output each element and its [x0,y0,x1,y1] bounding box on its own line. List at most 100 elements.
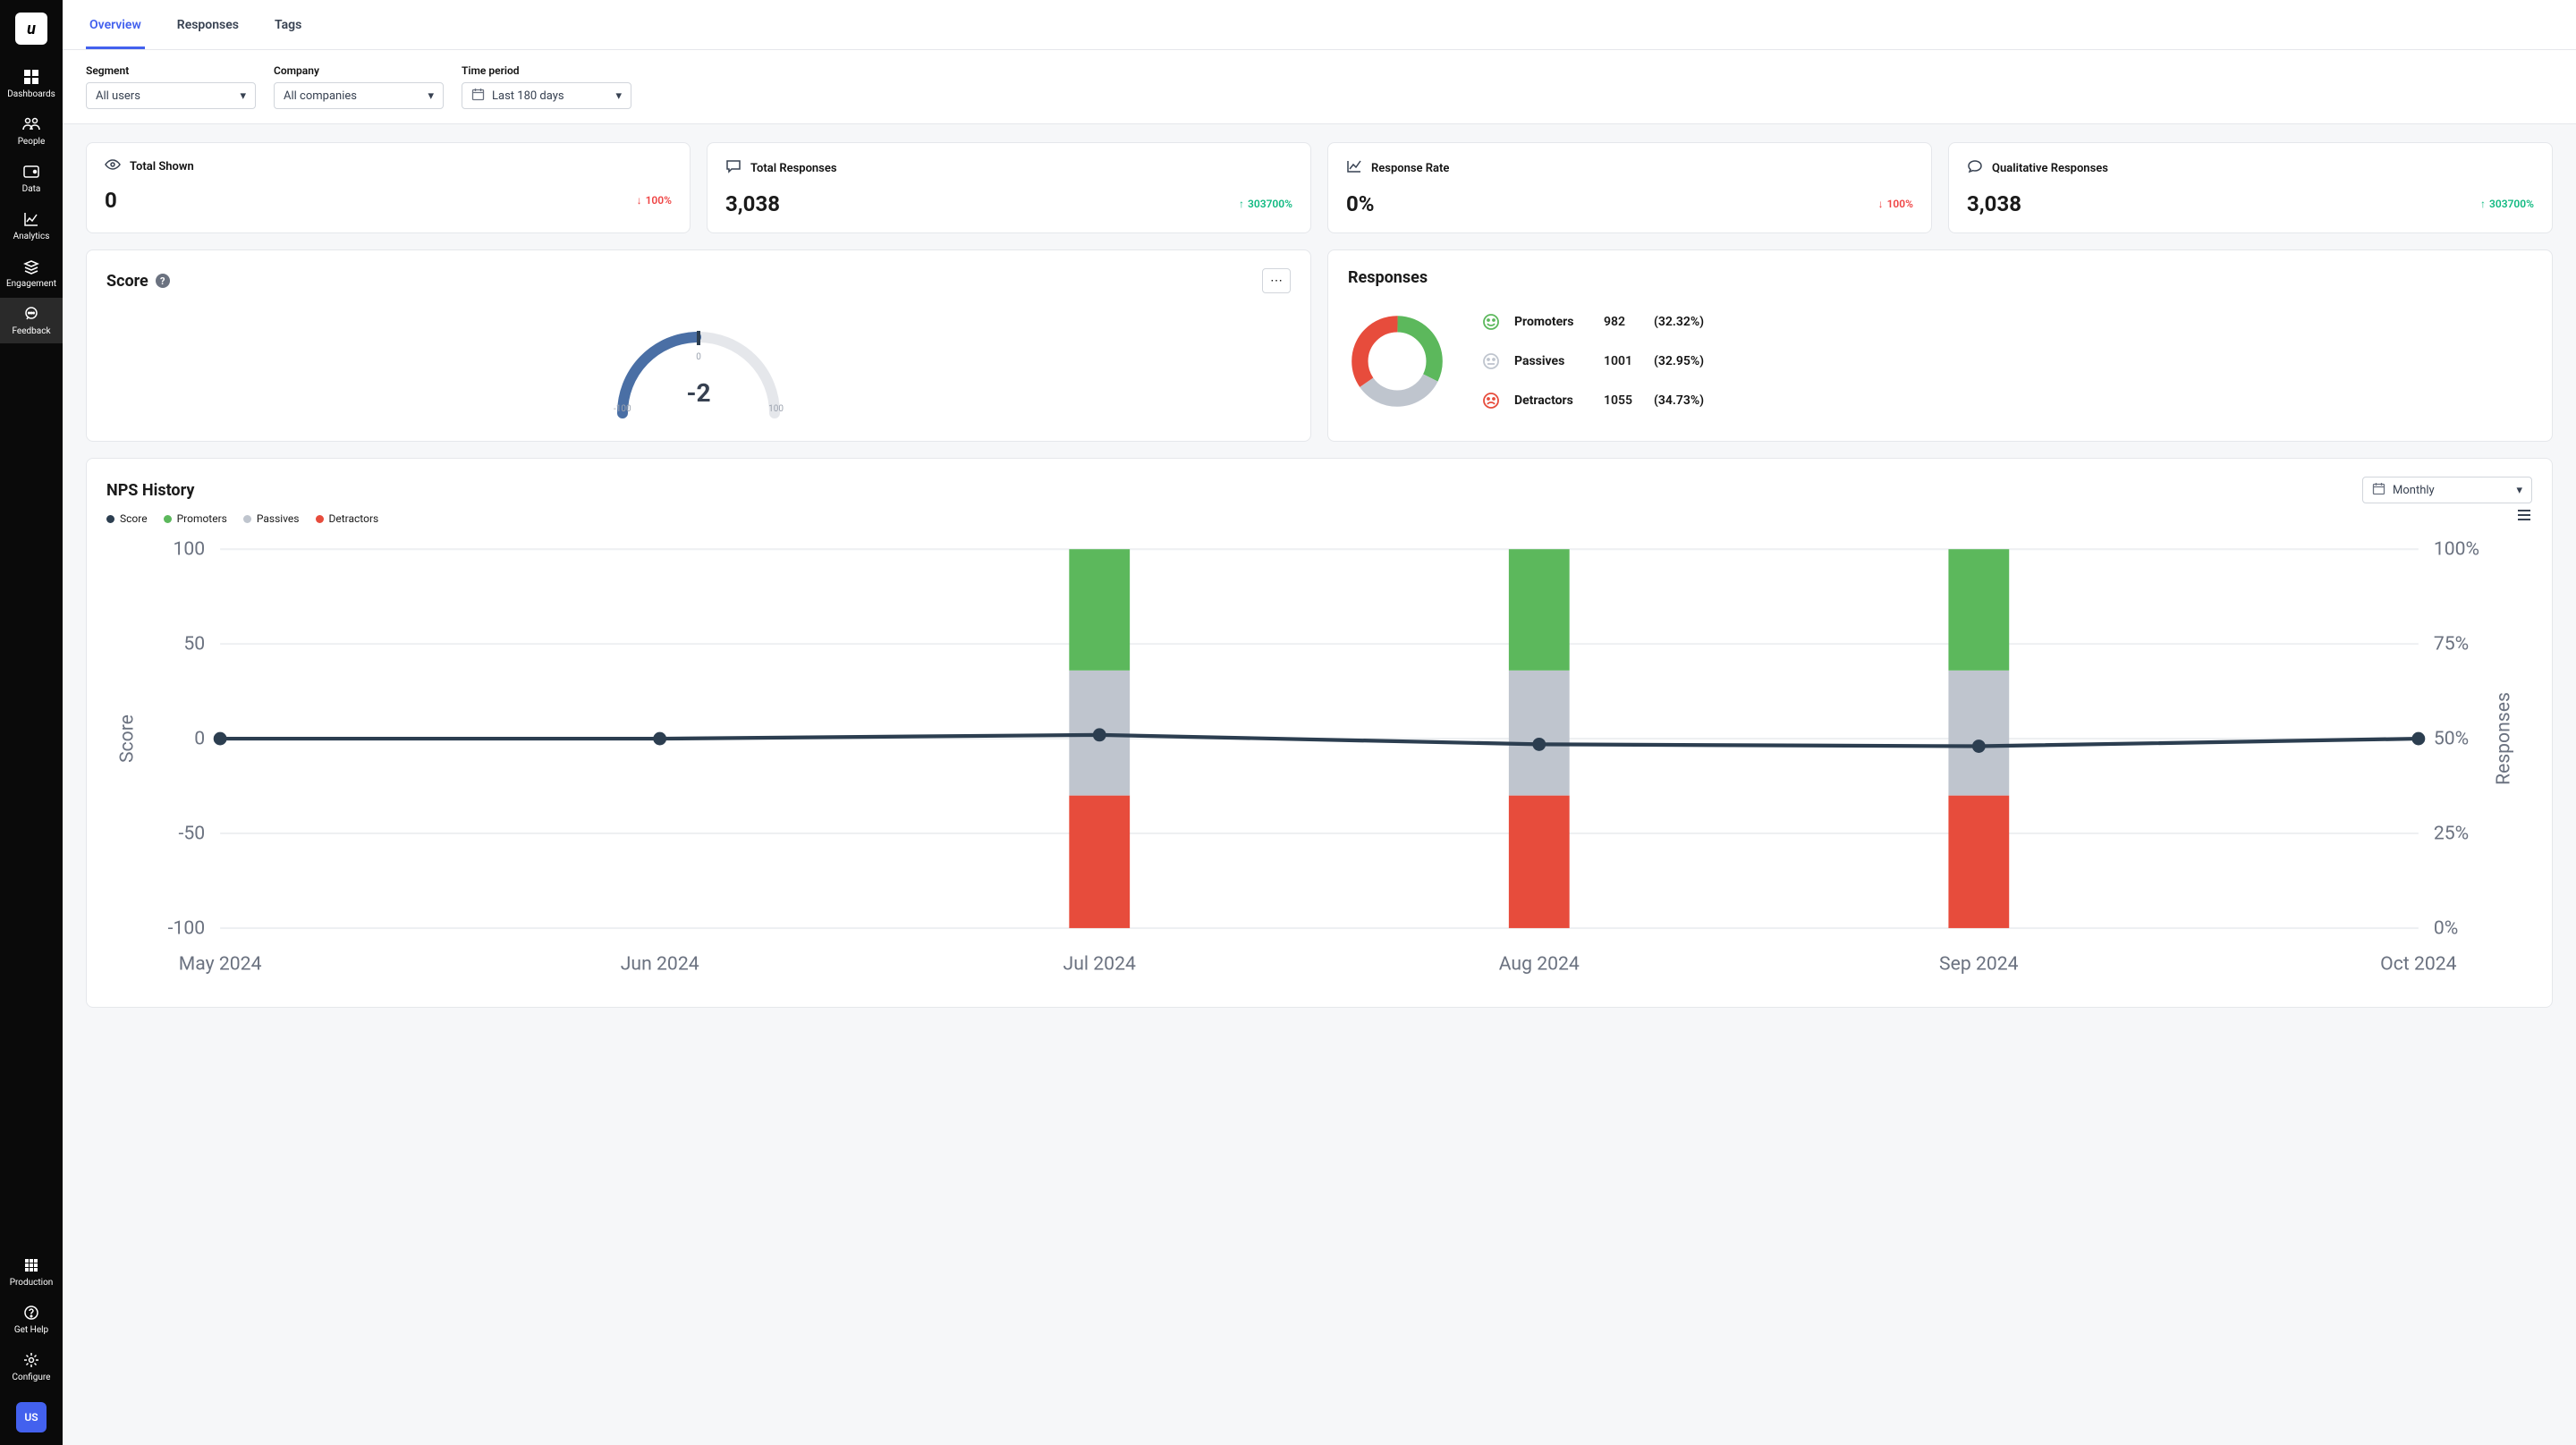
kpi-delta: ↓100% [1878,198,1913,210]
filter-label: Time period [462,64,631,77]
kpi-label: Response Rate [1371,162,1449,175]
tab-tags[interactable]: Tags [271,0,305,49]
sidebar-item-label: Engagement [6,279,56,289]
engagement-icon [22,258,40,275]
sidebar-item-configure[interactable]: Configure [0,1344,63,1390]
kpi-response-rate: Response Rate 0% ↓100% [1327,142,1932,233]
kpi-delta: ↑303700% [1239,198,1292,210]
kpi-value: 0 [105,188,117,213]
segment-select[interactable]: All users ▾ [86,82,256,109]
sidebar-item-label: Analytics [13,232,50,241]
sidebar-item-analytics[interactable]: Analytics [0,203,63,249]
history-panel: NPS History Monthly ▾ Score Promoters Pa… [86,458,2553,1008]
response-row-promoters: Promoters 982 (32.32%) [1482,313,1704,331]
kpi-total-shown: Total Shown 0 ↓100% [86,142,691,233]
chevron-down-icon: ▾ [240,89,246,103]
chat-icon [725,159,741,177]
kpi-value: 3,038 [725,191,780,216]
eye-icon [105,159,121,173]
chart-menu-button[interactable] [2516,509,2532,525]
sidebar-item-feedback[interactable]: Feedback [0,298,63,343]
filter-segment: Segment All users ▾ [86,64,256,109]
people-icon [22,115,40,133]
help-icon[interactable]: ? [156,274,170,288]
filters: Segment All users ▾ Company All companie… [63,50,2576,124]
sidebar-item-get-help[interactable]: Get Help [0,1297,63,1342]
response-row-detractors: Detractors 1055 (34.73%) [1482,392,1704,410]
filter-label: Segment [86,64,256,77]
chevron-down-icon: ▾ [428,89,434,103]
frown-icon [1482,392,1500,410]
help-icon [22,1304,40,1322]
resp-pct: (34.73%) [1654,393,1704,408]
chevron-down-icon: ▾ [2516,484,2522,497]
resp-count: 1055 [1604,393,1640,408]
svg-text:Sep 2024: Sep 2024 [1939,953,2019,976]
tab-responses[interactable]: Responses [174,0,242,49]
production-icon [22,1256,40,1274]
responses-panel: Responses Promoters 982 [1327,249,2553,442]
svg-text:0%: 0% [2434,917,2458,939]
tab-overview[interactable]: Overview [86,0,145,49]
arrow-up-icon: ↑ [2480,198,2486,210]
kpi-qualitative: Qualitative Responses 3,038 ↑303700% [1948,142,2553,233]
dashboards-icon [22,68,40,86]
sidebar-item-label: Configure [12,1373,50,1382]
qchat-icon [1967,159,1983,177]
time-select[interactable]: Last 180 days ▾ [462,82,631,109]
sidebar-item-people[interactable]: People [0,108,63,154]
history-period-select[interactable]: Monthly ▾ [2362,477,2532,503]
resp-count: 982 [1604,315,1640,329]
calendar-icon [471,88,485,105]
kpi-delta: ↓100% [637,194,672,207]
avatar[interactable]: US [16,1402,47,1432]
resp-pct: (32.95%) [1654,354,1704,368]
sidebar-item-production[interactable]: Production [0,1249,63,1295]
company-select[interactable]: All companies ▾ [274,82,444,109]
svg-text:50%: 50% [2434,727,2469,749]
gauge-max-label: 100 [768,404,784,414]
svg-text:-100: -100 [168,917,206,939]
more-button[interactable]: ⋯ [1262,268,1291,293]
arrow-up-icon: ↑ [1239,198,1244,210]
resp-count: 1001 [1604,354,1640,368]
arrow-down-icon: ↓ [1878,198,1884,210]
svg-text:May 2024: May 2024 [179,953,262,976]
sidebar-item-label: Get Help [14,1325,48,1335]
svg-text:-50: -50 [179,822,206,844]
svg-text:0: 0 [194,727,205,749]
sidebar-item-engagement[interactable]: Engagement [0,250,63,296]
resp-label: Passives [1514,354,1589,368]
calendar-icon [2372,482,2385,499]
kpi-label: Total Shown [130,160,194,173]
more-icon: ⋯ [1270,274,1283,288]
kpi-label: Total Responses [750,162,837,175]
svg-text:50: 50 [183,632,205,655]
nps-history-chart: -100-500501000%25%50%75%100%ScoreRespons… [106,530,2532,985]
svg-text:25%: 25% [2434,822,2469,844]
sidebar-item-label: People [18,137,46,147]
svg-text:Responses: Responses [2493,692,2515,785]
kpi-row: Total Shown 0 ↓100% Total Responses 3,03… [86,142,2553,233]
panel-title: Score [106,272,148,291]
gauge-min-label: -100 [614,404,631,414]
resp-label: Promoters [1514,315,1589,329]
svg-text:Jun 2024: Jun 2024 [621,953,699,976]
kpi-delta: ↑303700% [2480,198,2534,210]
arrow-down-icon: ↓ [637,194,642,207]
sidebar-item-label: Feedback [12,326,50,336]
tabs: Overview Responses Tags [63,0,2576,50]
svg-text:Jul 2024: Jul 2024 [1063,953,1136,976]
app-logo[interactable]: u [15,13,47,45]
gauge-zero-label: 0 [696,352,701,362]
sidebar-item-data[interactable]: Data [0,156,63,201]
kpi-label: Qualitative Responses [1992,162,2108,175]
svg-text:Score: Score [116,714,139,763]
filter-company: Company All companies ▾ [274,64,444,109]
filter-time: Time period Last 180 days ▾ [462,64,631,109]
responses-donut [1348,312,1446,410]
sidebar-item-dashboards[interactable]: Dashboards [0,61,63,106]
history-legend: Score Promoters Passives Detractors [106,512,378,525]
svg-text:Aug 2024: Aug 2024 [1499,953,1580,976]
analytics-icon [22,210,40,228]
